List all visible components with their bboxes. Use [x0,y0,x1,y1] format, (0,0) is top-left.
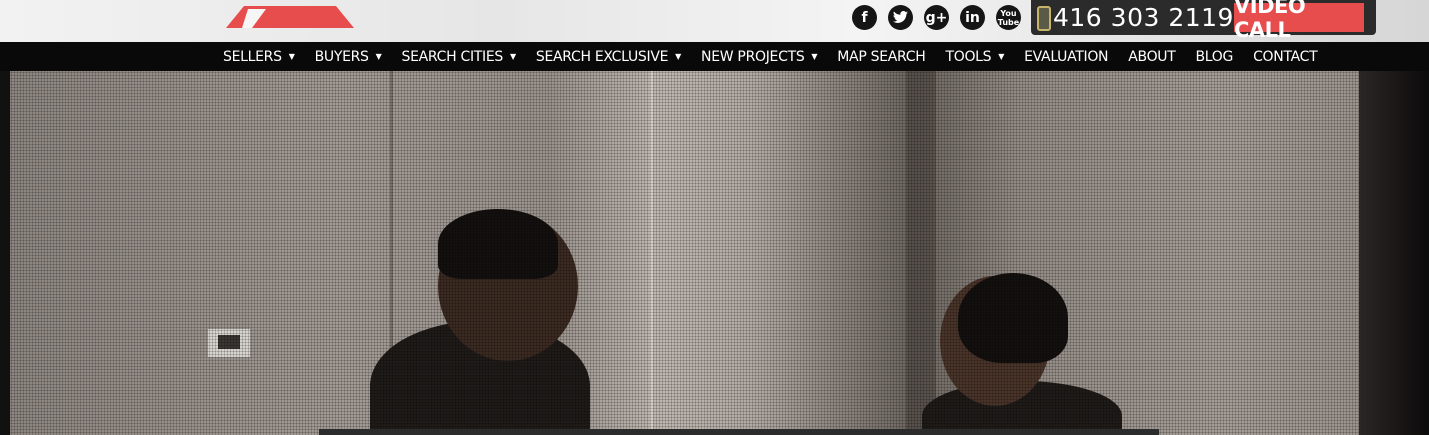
linkedin-icon[interactable]: in [960,5,985,30]
caret-down-icon: ▼ [811,52,818,61]
caret-down-icon: ▼ [375,52,382,61]
nav-item-label: SEARCH EXCLUSIVE [535,48,669,65]
youtube-icon[interactable]: You Tube [996,5,1021,30]
nav-item-label: EVALUATION [1024,48,1109,65]
nav-item-label: NEW PROJECTS [701,48,805,65]
dot-overlay [10,71,1359,435]
phone-number[interactable]: 416 303 2119 [1053,3,1234,32]
nav-item-about[interactable]: ABOUT [1128,48,1176,65]
nav-item-search-cities[interactable]: SEARCH CITIES ▼ [401,48,517,65]
nav-item-search-exclusive[interactable]: SEARCH EXCLUSIVE ▼ [536,49,681,65]
caret-down-icon: ▼ [998,52,1005,61]
nav-item-blog[interactable]: BLOG [1196,49,1234,65]
nav-item-sellers[interactable]: SELLERS ▼ [223,49,295,65]
facebook-icon[interactable]: f [852,5,877,30]
nav-list: SELLERS ▼ BUYERS ▼ SEARCH CITIES ▼ SEARCH EXCL… [223,42,1337,71]
caret-down-icon: ▼ [288,52,295,61]
logo-roof-icon[interactable] [226,6,354,28]
nav-item-label: SEARCH CITIES [401,48,504,65]
nav-item-label: SELLERS [223,48,282,65]
nav-item-label: MAP SEARCH [837,48,926,65]
top-header: f g+ in You Tube 416 303 2119 VIDEO CALL [0,0,1429,42]
caret-down-icon: ▼ [510,52,516,61]
main-nav: SELLERS ▼ BUYERS ▼ SEARCH CITIES ▼ SEARCH EXCL… [0,42,1429,72]
phone-box: 416 303 2119 VIDEO CALL [1031,0,1376,42]
video-call-button[interactable]: VIDEO CALL [1234,0,1364,42]
hero-side-panel [1359,71,1429,435]
nav-item-label: TOOLS [945,48,992,65]
nav-item-label: BLOG [1195,48,1234,65]
social-links: f g+ in You Tube [852,5,1021,30]
nav-item-evaluation[interactable]: EVALUATION [1024,49,1108,65]
nav-item-contact[interactable]: CONTACT [1253,48,1318,65]
nav-item-label: ABOUT [1128,48,1176,65]
nav-item-buyers[interactable]: BUYERS ▼ [315,49,382,65]
nav-item-new-projects[interactable]: NEW PROJECTS ▼ [701,48,818,65]
caret-down-icon: ▼ [675,52,682,61]
video-progress-bar[interactable] [319,429,1159,435]
mobile-phone-icon [1037,6,1051,31]
nav-item-tools[interactable]: TOOLS ▼ [945,49,1004,65]
google-plus-icon[interactable]: g+ [924,5,949,30]
hero-image [10,71,1359,435]
nav-item-map-search[interactable]: MAP SEARCH [837,48,926,65]
nav-item-label: BUYERS [314,48,369,65]
twitter-icon[interactable] [888,5,913,30]
nav-item-label: CONTACT [1253,48,1318,65]
hero-video[interactable] [0,71,1429,435]
